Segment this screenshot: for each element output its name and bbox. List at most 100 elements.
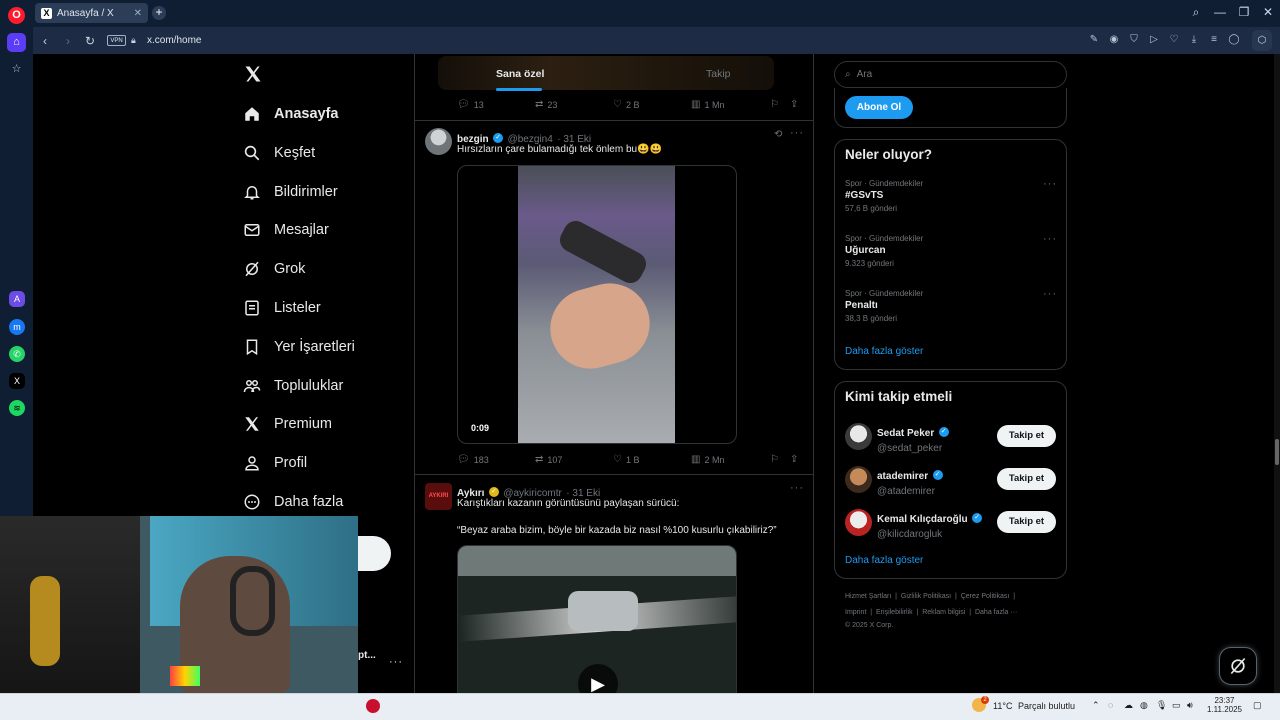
nav-item-5[interactable]: Listeler bbox=[243, 295, 321, 321]
tweet2-avatar[interactable]: AYKIRI bbox=[425, 483, 452, 510]
sidebar-aria-icon[interactable]: A bbox=[9, 291, 25, 307]
trends-show-more-link[interactable]: Daha fazla göster bbox=[845, 346, 923, 357]
play-video-icon[interactable]: ▶ bbox=[578, 664, 618, 694]
nav-item-1[interactable]: Keşfet bbox=[243, 140, 315, 166]
footer-accessibility-link[interactable]: Erişilebilirlik bbox=[876, 609, 913, 616]
sidebar-x-icon[interactable]: X bbox=[9, 373, 25, 389]
close-window-button[interactable]: ✕ bbox=[1258, 5, 1278, 21]
close-tab-icon[interactable]: ✕ bbox=[134, 8, 142, 19]
views-button[interactable]: ▥ 1 Mn bbox=[691, 99, 724, 110]
trend-more-icon[interactable]: ··· bbox=[1043, 288, 1057, 300]
footer-more-link[interactable]: Daha fazla ··· bbox=[975, 609, 1017, 616]
follow-button[interactable]: Takip et bbox=[997, 511, 1056, 533]
tweet1-more-icon[interactable]: ··· bbox=[790, 127, 804, 139]
tray-app2-icon[interactable]: ◍ bbox=[1140, 700, 1148, 711]
search-tabs-icon[interactable]: ⌕ bbox=[1186, 5, 1206, 21]
bookmark-button[interactable]: ⚐ bbox=[770, 99, 779, 110]
x-logo-icon[interactable] bbox=[243, 64, 265, 86]
tray-cloud-icon[interactable]: ☁ bbox=[1124, 700, 1133, 711]
page-scrollbar[interactable] bbox=[1274, 54, 1280, 693]
browser-tab[interactable]: X Anasayfa / X ✕ bbox=[35, 3, 148, 23]
tweet1-avatar[interactable] bbox=[425, 128, 452, 155]
nav-item-3[interactable]: Mesajlar bbox=[243, 217, 329, 243]
minimize-button[interactable]: — bbox=[1210, 5, 1230, 21]
who-info[interactable]: Sedat Peker ✓ @sedat_peker bbox=[877, 423, 949, 454]
subscribe-button[interactable]: Abone Ol bbox=[845, 96, 913, 119]
menu-icon[interactable]: ≡ bbox=[1208, 34, 1220, 46]
opera-logo-icon[interactable]: O bbox=[8, 7, 25, 24]
reload-button[interactable]: ↻ bbox=[82, 33, 98, 49]
who-avatar[interactable] bbox=[845, 423, 872, 450]
profile-icon[interactable]: ◯ bbox=[1228, 34, 1240, 46]
grok-floating-button[interactable] bbox=[1219, 647, 1257, 685]
heart-icon[interactable]: ♡ bbox=[1168, 34, 1180, 46]
nav-item-7[interactable]: Topluluklar bbox=[243, 373, 343, 399]
account-more-icon[interactable]: ··· bbox=[389, 656, 403, 668]
share-button[interactable]: ⇪ bbox=[790, 99, 798, 110]
weather-temperature[interactable]: 11°C bbox=[993, 701, 1012, 711]
trend-item[interactable]: Spor · Gündemdekiler Penaltı 38,3 B gönder… bbox=[845, 289, 1055, 323]
new-tab-button[interactable]: + bbox=[152, 6, 166, 20]
tweet1-reply-button[interactable]: 💬︎ 183 bbox=[457, 454, 489, 465]
trend-item[interactable]: Spor · Gündemdekiler Uğurcan 9.323 gönderi bbox=[845, 234, 1055, 268]
trend-more-icon[interactable]: ··· bbox=[1043, 233, 1057, 245]
footer-imprint-link[interactable]: Imprint bbox=[845, 609, 866, 616]
footer-terms-link[interactable]: Hizmet Şartları bbox=[845, 593, 891, 600]
tray-volume-icon[interactable]: 🔊︎ bbox=[1187, 700, 1193, 711]
camera-icon[interactable]: ◉ bbox=[1108, 34, 1120, 46]
footer-privacy-link[interactable]: Gizlilik Politikası bbox=[901, 593, 951, 600]
download-icon[interactable]: ⤓ bbox=[1188, 34, 1200, 46]
follow-button[interactable]: Takip et bbox=[997, 425, 1056, 447]
weather-description[interactable]: Parçalı bulutlu bbox=[1018, 701, 1075, 711]
sidebar-messenger-icon[interactable]: m bbox=[9, 319, 25, 335]
footer-ads-link[interactable]: Reklam bilgisi bbox=[922, 609, 965, 616]
account-name-partial[interactable]: pt... bbox=[358, 650, 376, 661]
shield-icon[interactable]: ⛉ bbox=[1128, 34, 1140, 46]
tweet1-share-button[interactable]: ⇪ bbox=[790, 454, 798, 465]
nav-item-10[interactable]: Daha fazla bbox=[243, 489, 343, 515]
follow-button[interactable]: Takip et bbox=[997, 468, 1056, 490]
trend-more-icon[interactable]: ··· bbox=[1043, 178, 1057, 190]
lock-icon[interactable]: 🔒︎ bbox=[131, 35, 139, 46]
tweet1-bookmark-button[interactable]: ⚐ bbox=[770, 454, 779, 465]
footer-cookie-link[interactable]: Çerez Politikası bbox=[961, 593, 1010, 600]
url-field[interactable]: x.com/home bbox=[147, 35, 201, 46]
tweet2-video[interactable]: ▶ bbox=[457, 545, 737, 695]
who-avatar[interactable] bbox=[845, 509, 872, 536]
sidebar-spotify-icon[interactable]: ≋ bbox=[9, 400, 25, 416]
nav-item-8[interactable]: Premium bbox=[243, 411, 332, 437]
tweet1-like-button[interactable]: ♡ 1 B bbox=[613, 454, 639, 465]
tray-chevron-icon[interactable]: ⌃ bbox=[1092, 700, 1100, 711]
tweet1-repost-button[interactable]: ⇄ 107 bbox=[535, 454, 562, 465]
back-button[interactable]: ‹ bbox=[37, 33, 53, 49]
sidebar-home-icon[interactable]: ⌂ bbox=[7, 33, 26, 52]
reply-button[interactable]: 💬︎ 13 bbox=[457, 99, 484, 110]
nav-item-0[interactable]: Anasayfa bbox=[243, 101, 338, 127]
who-info[interactable]: atademirer ✓ @atademirer bbox=[877, 466, 943, 497]
grok-explain-icon[interactable]: ⟲ bbox=[774, 129, 782, 140]
nav-item-4[interactable]: Grok bbox=[243, 256, 305, 282]
play-icon[interactable]: ▷ bbox=[1148, 34, 1160, 46]
notifications-icon[interactable]: ▢ bbox=[1253, 700, 1262, 711]
maximize-button[interactable]: ❐ bbox=[1234, 5, 1254, 21]
tweet1-views-button[interactable]: ▥ 2 Mn bbox=[691, 454, 724, 465]
repost-button[interactable]: ⇄ 23 bbox=[535, 99, 557, 110]
extensions-icon[interactable]: ⬡ bbox=[1252, 30, 1272, 51]
tab-following[interactable]: Takip bbox=[706, 68, 731, 80]
tray-mic-icon[interactable]: 🎙︎ bbox=[1156, 700, 1167, 711]
tweet1-video[interactable]: 0:09 bbox=[457, 165, 737, 444]
sidebar-star-icon[interactable]: ☆ bbox=[7, 60, 26, 79]
like-button[interactable]: ♡ 2 B bbox=[613, 99, 639, 110]
nav-item-2[interactable]: Bildirimler bbox=[243, 179, 338, 205]
forward-button[interactable]: › bbox=[60, 33, 76, 49]
nav-item-6[interactable]: Yer İşaretleri bbox=[243, 334, 355, 360]
clock[interactable]: 23:37 1.11.2025 bbox=[1207, 696, 1242, 714]
search-input[interactable]: ⌕ Ara bbox=[834, 61, 1067, 88]
tweet2-more-icon[interactable]: ··· bbox=[790, 482, 804, 494]
sidebar-whatsapp-icon[interactable]: ✆ bbox=[9, 346, 25, 362]
who-info[interactable]: Kemal Kılıçdaroğlu ✓ @kilicdarogluk bbox=[877, 509, 983, 540]
edit-page-icon[interactable]: ✎ bbox=[1088, 34, 1100, 46]
tray-network-icon[interactable]: ▭ bbox=[1172, 700, 1181, 711]
who-avatar[interactable] bbox=[845, 466, 872, 493]
vpn-badge[interactable]: VPN bbox=[107, 35, 126, 46]
